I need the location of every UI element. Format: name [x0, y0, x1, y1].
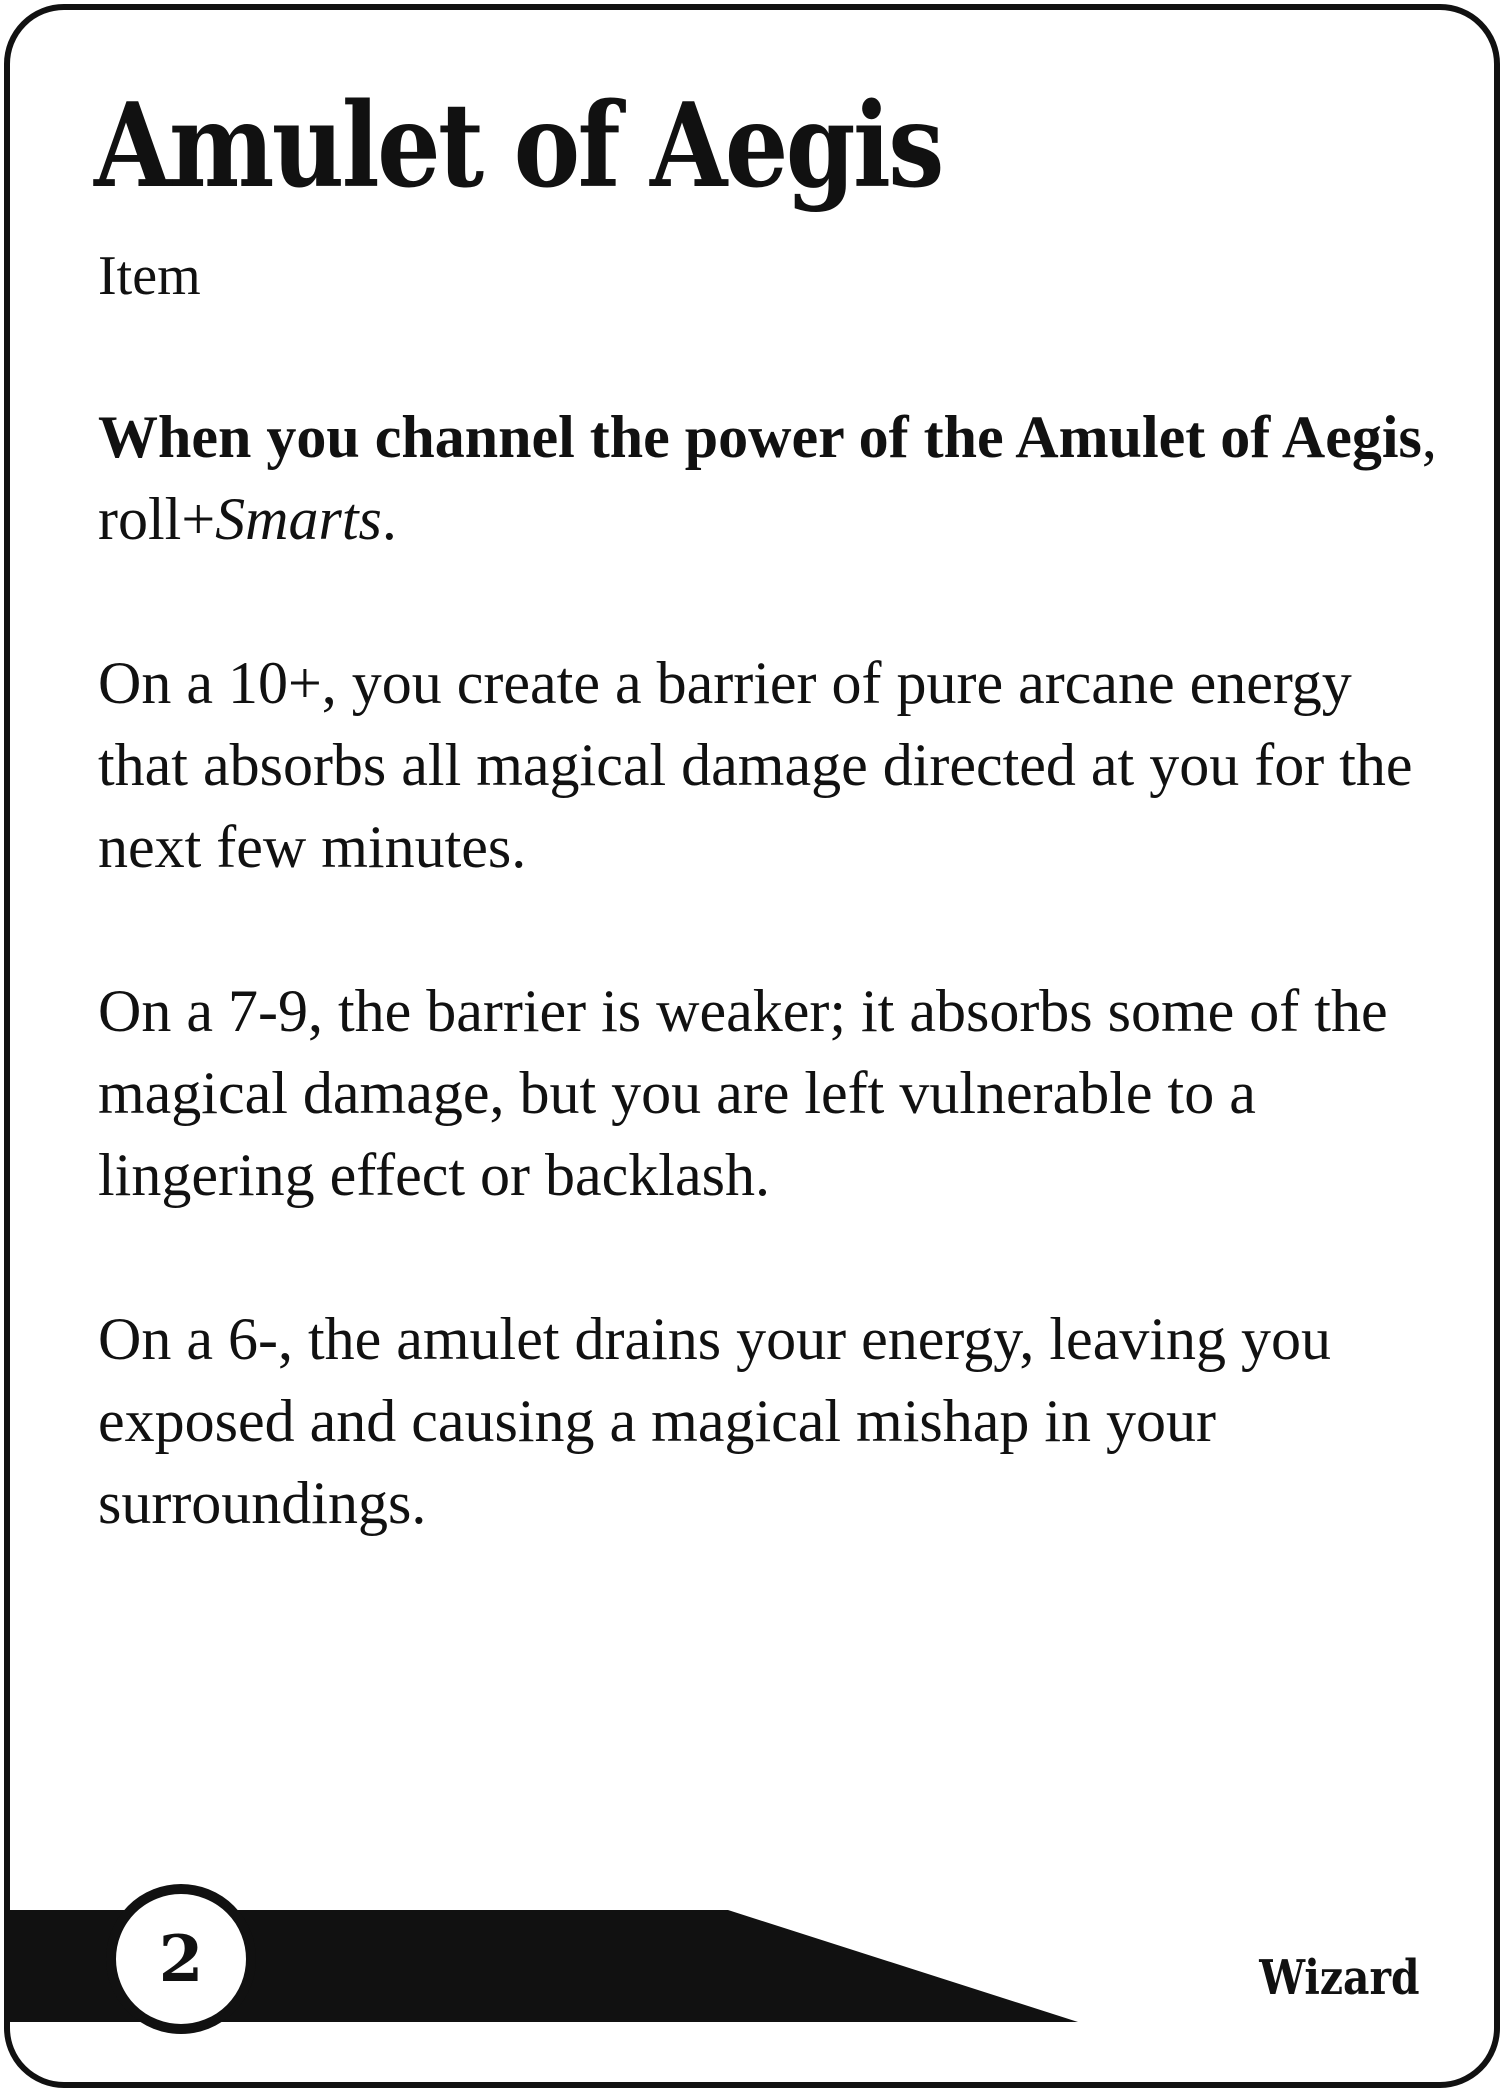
trigger-bold: When you channel the power of the Amulet…	[98, 404, 1422, 470]
card-type: Item	[98, 245, 201, 307]
trigger-stat: Smarts	[215, 486, 382, 552]
card: Amulet of Aegis Item When you channel th…	[4, 4, 1500, 2088]
cost-value: 2	[158, 1921, 204, 1997]
trigger-end: .	[381, 486, 397, 552]
outcome-weak-hit: On a 7-9, the barrier is weaker; it abso…	[98, 978, 1388, 1208]
outcome-miss: On a 6-, the amulet drains your energy, …	[98, 1306, 1331, 1536]
class-label: Wizard	[1259, 1950, 1420, 2006]
card-title: Amulet of Aegis	[94, 78, 944, 214]
card-body: When you channel the power of the Amulet…	[98, 396, 1438, 1626]
outcome-strong-hit: On a 10+, you create a barrier of pure a…	[98, 650, 1413, 880]
trigger-text: When you channel the power of the Amulet…	[98, 396, 1438, 560]
cost-badge: 2	[106, 1884, 256, 2034]
